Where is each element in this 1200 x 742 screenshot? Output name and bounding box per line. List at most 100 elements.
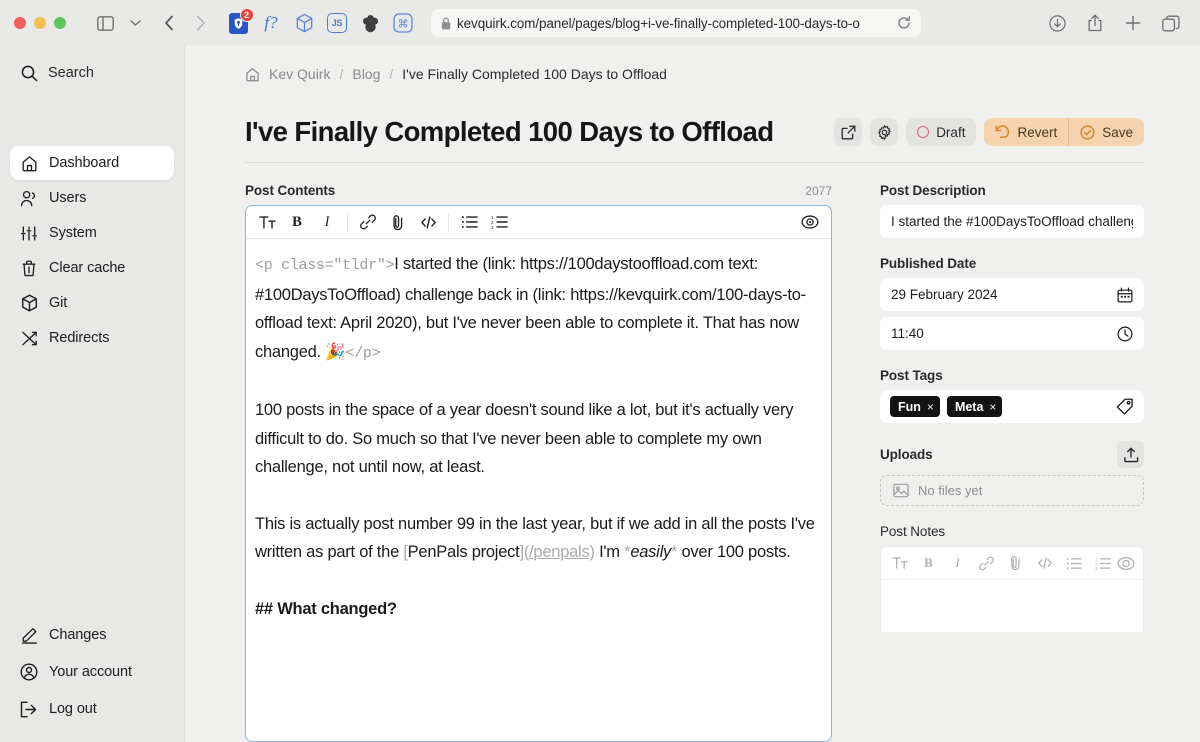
sidebar-item-system[interactable]: System [10, 216, 174, 250]
browser-toolbar: 2 f? JS ⌘ kevquirk.com/panel/pages/blog+… [0, 0, 1200, 46]
upload-button[interactable] [1117, 441, 1144, 468]
attachment-button[interactable] [1001, 550, 1030, 576]
remove-tag-icon[interactable]: × [927, 400, 934, 414]
sidebar-footer-nav: Changes Your account Log out [10, 618, 174, 726]
open-external-button[interactable] [834, 118, 862, 146]
navigation-buttons [154, 10, 216, 36]
svg-text:3: 3 [491, 225, 494, 229]
post-contents-editor[interactable]: B I [245, 205, 832, 742]
save-actions-group: Revert Save [984, 118, 1144, 146]
logout-icon [20, 700, 38, 718]
uploads-dropzone[interactable]: No files yet [880, 475, 1144, 506]
bulleted-list-button[interactable] [1059, 550, 1088, 576]
dark-reader-extension[interactable] [356, 10, 384, 36]
sidebar-item-label: System [49, 225, 97, 241]
tag-icon[interactable] [1116, 398, 1134, 415]
italic-button[interactable]: I [312, 209, 342, 235]
settings-button[interactable] [870, 118, 898, 146]
published-date-label: Published Date [880, 256, 1144, 271]
breadcrumb-item-blog[interactable]: Blog [352, 66, 380, 82]
eye-icon[interactable] [1117, 550, 1135, 576]
italic-button[interactable]: I [943, 550, 972, 576]
back-button[interactable] [154, 10, 184, 36]
breadcrumb: Kev Quirk / Blog / I've Finally Complete… [185, 46, 1200, 82]
post-description-input[interactable]: I started the #100DaysToOffload challeng [880, 205, 1144, 238]
toolbar-divider [347, 213, 348, 231]
download-circle-icon[interactable] [1042, 10, 1072, 36]
sidebar-item-label: Your account [49, 664, 132, 680]
sidebar-item-redirects[interactable]: Redirects [10, 321, 174, 355]
bold-button[interactable]: B [914, 550, 943, 576]
link-button[interactable] [353, 209, 383, 235]
editor-paragraph-3: This is actually post number 99 in the l… [255, 510, 822, 567]
tabs-icon[interactable] [1156, 10, 1186, 36]
text-format-button[interactable] [252, 209, 282, 235]
sidebar-item-your-account[interactable]: Your account [10, 655, 174, 689]
tag-label: Meta [955, 400, 983, 414]
window-controls [14, 17, 66, 29]
bulleted-list-button[interactable] [454, 209, 484, 235]
sidebar-item-dashboard[interactable]: Dashboard [10, 146, 174, 180]
maximize-window-button[interactable] [54, 17, 66, 29]
uploads-block: Uploads No files yet [880, 441, 1144, 506]
sidebar-item-users[interactable]: Users [10, 181, 174, 215]
attachment-button[interactable] [383, 209, 413, 235]
calendar-icon[interactable] [1117, 287, 1133, 303]
tag-chip[interactable]: Meta × [947, 396, 1003, 417]
javascript-toggle-extension[interactable]: JS [323, 10, 351, 36]
close-window-button[interactable] [14, 17, 26, 29]
sidebar-item-changes[interactable]: Changes [10, 618, 174, 652]
minimize-window-button[interactable] [34, 17, 46, 29]
search-input[interactable]: Search [10, 56, 174, 90]
cube-extension[interactable] [290, 10, 318, 36]
keyboard-shortcut-extension[interactable]: ⌘ [389, 10, 417, 36]
fontanello-extension[interactable]: f? [257, 10, 285, 36]
post-contents-header: Post Contents 2077 [245, 183, 832, 198]
address-bar[interactable]: kevquirk.com/panel/pages/blog+i-ve-final… [431, 9, 921, 37]
revert-button[interactable]: Revert [984, 118, 1068, 146]
sidebar-nav: Dashboard Users System [10, 146, 174, 355]
post-notes-textarea[interactable] [881, 580, 1143, 632]
post-tags-input[interactable]: Fun × Meta × [880, 390, 1144, 423]
forward-button[interactable] [186, 10, 216, 36]
tag-chip[interactable]: Fun × [890, 396, 940, 417]
md-emphasis-text: easily [630, 543, 671, 561]
eye-icon[interactable] [795, 209, 825, 235]
post-notes-editor[interactable]: B I [880, 546, 1144, 632]
published-time-input[interactable]: 11:40 [880, 317, 1144, 350]
clock-icon[interactable] [1117, 326, 1133, 342]
post-description-label: Post Description [880, 183, 1144, 198]
plus-icon[interactable] [1118, 10, 1148, 36]
post-notes-block: Post Notes B I [880, 524, 1144, 632]
breadcrumb-item-site[interactable]: Kev Quirk [269, 66, 330, 82]
remove-tag-icon[interactable]: × [989, 400, 996, 414]
sidebar-item-log-out[interactable]: Log out [10, 692, 174, 726]
sidebar-item-git[interactable]: Git [10, 286, 174, 320]
bold-button[interactable]: B [282, 209, 312, 235]
sidebar-item-clear-cache[interactable]: Clear cache [10, 251, 174, 285]
published-date-input[interactable]: 29 February 2024 [880, 278, 1144, 311]
sidebar-item-label: Redirects [49, 330, 109, 346]
numbered-list-button[interactable]: 123 [1088, 550, 1117, 576]
chevron-down-icon[interactable] [120, 10, 150, 36]
sidebar-item-label: Git [49, 295, 67, 311]
save-button[interactable]: Save [1068, 118, 1144, 146]
1password-extension[interactable]: 2 [224, 10, 252, 36]
text-format-button[interactable] [885, 550, 914, 576]
status-badge[interactable]: Draft [906, 118, 976, 146]
sidebar-item-label: Dashboard [49, 155, 119, 171]
html-open-tag: <p class="tldr"> [255, 257, 394, 274]
post-contents-text[interactable]: <p class="tldr">I started the (link: htt… [246, 239, 831, 741]
breadcrumb-separator: / [389, 66, 393, 82]
code-button[interactable] [413, 209, 443, 235]
page-actions: Draft Revert Save [834, 118, 1144, 146]
link-button[interactable] [972, 550, 1001, 576]
image-icon [893, 483, 909, 498]
reload-icon[interactable] [897, 16, 911, 30]
sidebar-icon[interactable] [90, 10, 120, 36]
numbered-list-button[interactable]: 123 [484, 209, 514, 235]
home-icon[interactable] [245, 67, 260, 82]
users-icon [20, 189, 38, 207]
share-icon[interactable] [1080, 10, 1110, 36]
code-button[interactable] [1030, 550, 1059, 576]
